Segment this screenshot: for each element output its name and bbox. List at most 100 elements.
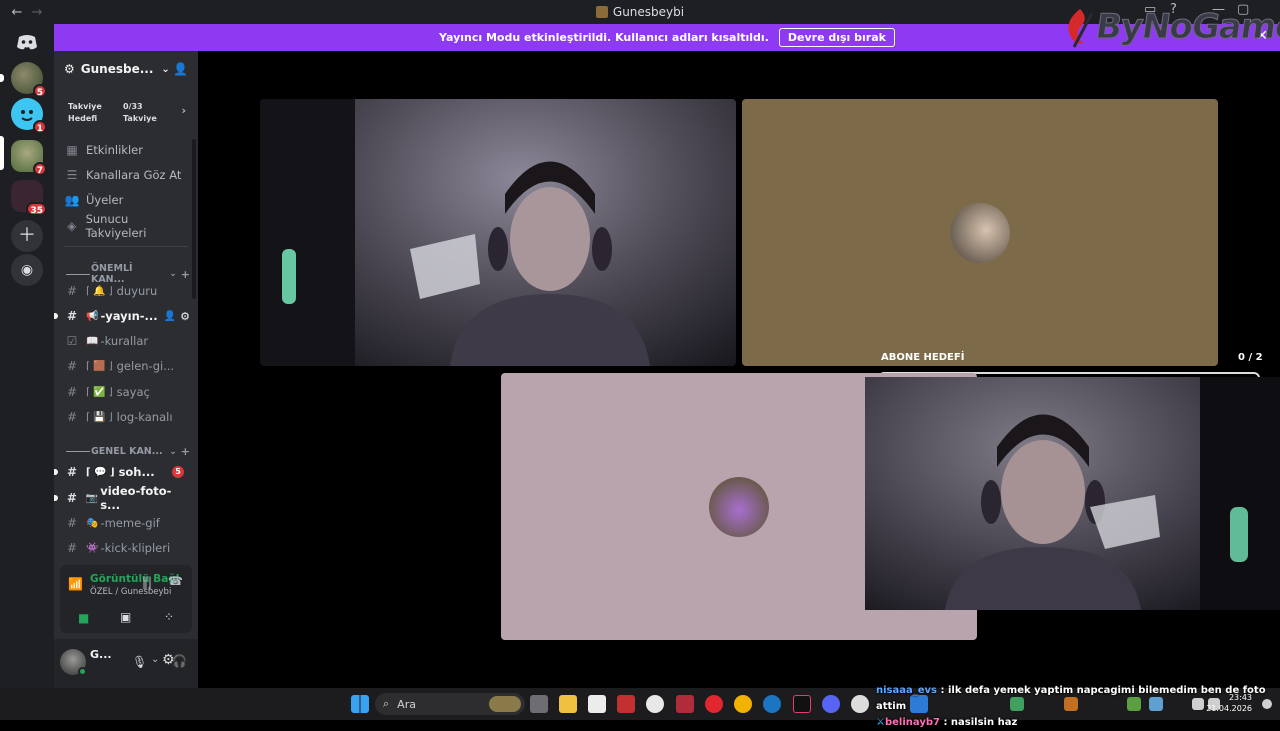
channel-kurallar[interactable]: ☑ 📖 -kurallar — [64, 330, 190, 352]
forward-arrow-icon[interactable]: → — [28, 5, 46, 20]
sidebar-scrollbar[interactable] — [192, 139, 196, 299]
text-channel-icon: # — [66, 284, 78, 298]
channel-meme-gif[interactable]: # 🎭 -meme-gif — [64, 512, 190, 534]
subscriber-goal-label: ABONE HEDEFİ — [881, 352, 965, 363]
menu-events[interactable]: ▦ Etkinlikler — [64, 139, 190, 161]
server-icon-2[interactable]: 1 — [11, 98, 47, 134]
screen-share-icon[interactable]: ▣ — [120, 610, 131, 624]
channel-video-foto[interactable]: # 📷 video-foto-s... — [54, 484, 190, 512]
connection-signal-icon: 📶 — [68, 577, 83, 591]
webcam-person-illustration — [260, 99, 650, 366]
username[interactable]: G... — [90, 648, 112, 661]
channel-emoji: 📢 — [86, 310, 99, 322]
taskbar-search[interactable]: ⌕ Ara — [375, 693, 525, 715]
mention-badge: 7 — [32, 162, 47, 176]
category-general[interactable]: GENEL KAN... ⌄ + — [66, 445, 190, 458]
channel-name: log-kanalı — [116, 410, 173, 424]
channel-sayac[interactable]: # ⌈ ✅ ⌋ sayaç — [64, 381, 190, 403]
flame-logo-icon — [1062, 7, 1096, 48]
activities-icon[interactable]: ⁘ — [164, 610, 174, 624]
chat-message: nisaaa_evs : ilk defa yemek yaptim napca… — [876, 683, 1276, 715]
mention-badge: 5 — [172, 466, 184, 478]
server-icon — [595, 6, 608, 18]
channel-emoji: 👾 — [86, 542, 99, 554]
add-channel-icon[interactable]: + — [181, 445, 190, 458]
menu-server-boosts[interactable]: ◈ Sunucu Takviyeleri — [64, 212, 190, 240]
capcut-icon[interactable] — [588, 695, 606, 713]
chat-username: belinayb7 — [884, 717, 940, 728]
unread-indicator — [54, 313, 58, 319]
tiktok-icon[interactable] — [793, 695, 811, 713]
channel-gelen-giden[interactable]: # ⌈ 🟫 ⌋ gelen-gi... — [64, 355, 190, 377]
avatar[interactable] — [60, 649, 87, 676]
app-v-icon[interactable] — [676, 695, 694, 713]
boost-goal-label-2: Hedefi — [68, 114, 98, 123]
boost-goal[interactable]: Takviye Hedefi 0/33 Takviye › — [62, 95, 190, 129]
online-status-dot — [78, 667, 87, 676]
disconnect-icon[interactable]: ☎ — [168, 574, 183, 588]
video-icon[interactable]: ■ — [78, 611, 89, 625]
home-button[interactable] — [11, 26, 43, 58]
channel-emoji: ⌈ 🔔 ⌋ — [86, 285, 113, 297]
noise-suppression-icon[interactable]: ‖| — [142, 575, 152, 589]
rules-channel-icon: ☑ — [66, 334, 78, 348]
channel-kick-klipleri[interactable]: # 👾 -kick-klipleri — [64, 537, 190, 559]
task-view-icon[interactable] — [530, 695, 548, 713]
chevron-right-icon: › — [181, 104, 186, 117]
participant-avatar — [709, 477, 769, 537]
discord-icon[interactable] — [822, 695, 840, 713]
github-icon[interactable] — [646, 695, 664, 713]
boost-count: 0/33 — [123, 102, 143, 111]
channel-yayin[interactable]: # 📢 -yayın-... 👤 ⚙ — [54, 305, 190, 327]
invite-icon[interactable]: 👤 — [164, 311, 176, 322]
back-arrow-icon[interactable]: ← — [8, 5, 26, 20]
discover-icon[interactable]: ◉ — [11, 254, 43, 286]
windows-start-icon[interactable] — [351, 695, 369, 713]
channel-emoji: ⌈ 💾 ⌋ — [86, 411, 113, 423]
coin-app-icon[interactable] — [734, 695, 752, 713]
mention-badge: 35 — [26, 202, 47, 216]
participant-avatar — [950, 203, 1010, 263]
video-tile-webcam[interactable] — [260, 99, 736, 366]
text-channel-icon: # — [66, 359, 78, 373]
channel-emoji: 📖 — [86, 335, 99, 347]
server-header[interactable]: ⚙ Gunesbe... ⌄ 👤 — [54, 51, 198, 87]
video-tile-camera-2[interactable] — [865, 377, 1280, 610]
microphone-icon[interactable]: 🎙 — [132, 655, 147, 669]
add-server-button[interactable]: ＋ — [11, 220, 43, 252]
channel-duyuru[interactable]: # ⌈ 🔔 ⌋ duyuru — [64, 280, 190, 302]
mention-badge: 1 — [32, 120, 47, 134]
unread-indicator — [54, 469, 58, 475]
menu-label: Etkinlikler — [86, 143, 143, 157]
channel-emoji: ⌈ 💬 ⌋ — [86, 466, 115, 478]
channel-name: -meme-gif — [100, 516, 160, 530]
server-name: Gunesbe... — [80, 62, 154, 76]
gear-icon[interactable]: ⚙ — [180, 310, 190, 323]
server-folder[interactable]: 35 — [11, 180, 47, 216]
webcam-person-illustration — [945, 377, 1280, 610]
banner-text: Yayıncı Modu etkinleştirildi. Kullanıcı … — [439, 31, 769, 44]
channel-name: -kurallar — [100, 334, 149, 348]
menu-browse-channels[interactable]: ☰ Kanallara Göz At — [64, 164, 190, 186]
opera-icon[interactable] — [705, 695, 723, 713]
voice-channel[interactable]: ÖZEL / Gunesbeybi — [90, 587, 171, 597]
steam-icon[interactable] — [763, 695, 781, 713]
video-tile-avatar-1[interactable] — [742, 99, 1218, 366]
channel-sohbet[interactable]: # ⌈ 💬 ⌋ soh... 5 — [54, 461, 190, 483]
obs-icon[interactable] — [851, 695, 869, 713]
voice-status[interactable]: Görüntülü Bağl — [90, 573, 179, 585]
chevron-down-icon[interactable]: ⌄ — [151, 654, 159, 665]
add-channel-icon[interactable]: + — [181, 268, 190, 281]
server-icon-3[interactable]: 7 — [11, 140, 47, 176]
user-settings-icon[interactable]: ⚙ — [162, 652, 175, 668]
file-explorer-icon[interactable] — [559, 695, 577, 713]
disable-streamer-mode-button[interactable]: Devre dışı bırak — [778, 28, 895, 47]
server-icon-1[interactable]: 5 — [11, 62, 47, 98]
window-title-text: Gunesbeybi — [612, 5, 685, 19]
channel-name: gelen-gi... — [116, 359, 175, 373]
menu-members[interactable]: 👥 Üyeler — [64, 189, 190, 211]
app-tf-icon[interactable] — [617, 695, 635, 713]
channel-log-kanali[interactable]: # ⌈ 💾 ⌋ log-kanalı — [64, 406, 190, 428]
selected-pill — [0, 136, 4, 170]
add-member-icon[interactable]: 👤 — [173, 62, 188, 76]
